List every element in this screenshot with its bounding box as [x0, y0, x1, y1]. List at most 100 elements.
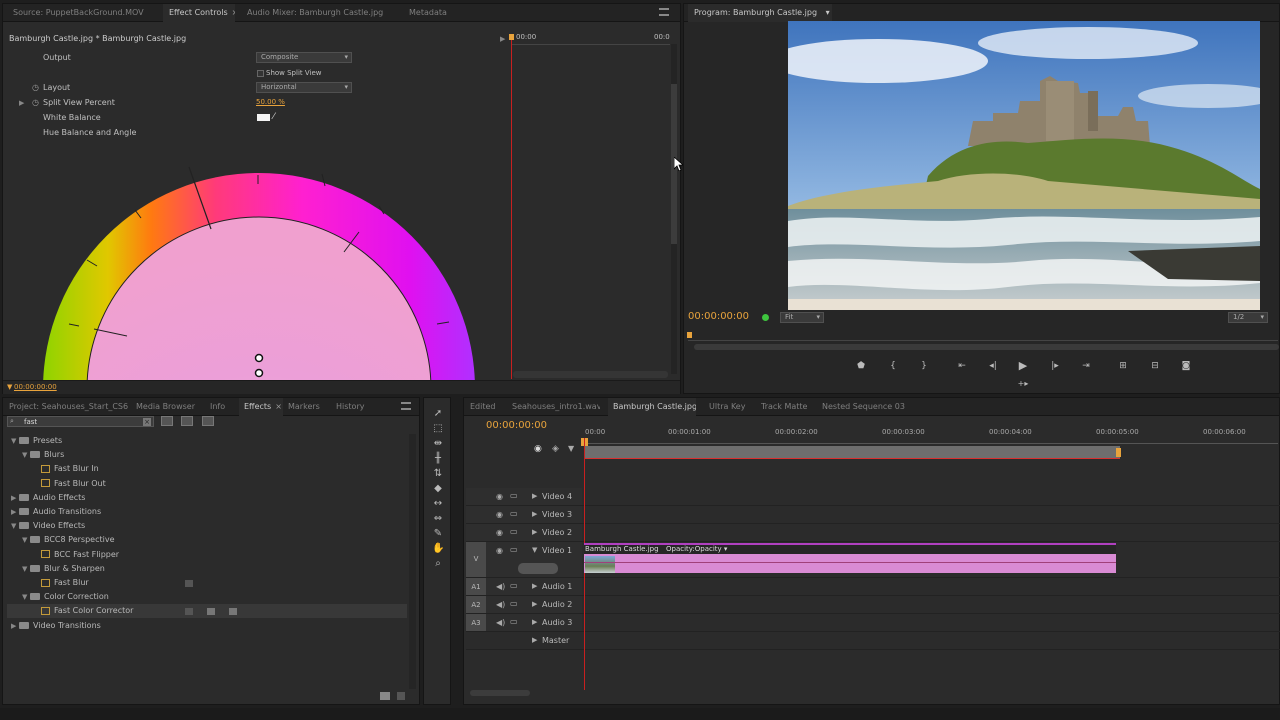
track-target[interactable]	[466, 488, 486, 505]
track-target[interactable]: A1	[466, 578, 486, 595]
chevron-right-icon[interactable]: ▶	[532, 618, 537, 626]
chevron-down-icon[interactable]: ▼	[532, 546, 537, 554]
selection-tool-icon[interactable]: ➚	[432, 408, 444, 420]
program-zoom-bar[interactable]	[694, 344, 1279, 350]
tree-item[interactable]: ▶ Audio Transitions	[7, 505, 407, 519]
chevron-down-icon[interactable]: ▼	[11, 434, 19, 448]
tab-effect-controls[interactable]: Effect Controls ×	[163, 4, 235, 22]
work-area-end-marker[interactable]	[1116, 448, 1121, 457]
ec-timecode-triangle-icon[interactable]: ▼	[7, 383, 12, 391]
ec-timecode[interactable]: 00:00:00:00	[14, 383, 57, 391]
mark-out-button[interactable]: }	[915, 359, 933, 373]
stopwatch-icon[interactable]: ◷	[32, 98, 39, 107]
eye-icon[interactable]: ◉	[496, 492, 503, 501]
program-playhead[interactable]	[687, 332, 692, 338]
tab-history[interactable]: History	[336, 398, 376, 416]
tab-nested-sequence[interactable]: Nested Sequence 03	[822, 398, 906, 416]
ec-horizontal-scrollbar[interactable]	[513, 371, 668, 378]
effects-search-input[interactable]	[7, 416, 154, 427]
pen-tool-icon[interactable]: ✎	[432, 528, 444, 540]
keyframe-controls[interactable]	[518, 563, 558, 574]
play-button[interactable]: ▶	[1014, 359, 1032, 373]
track-lock-icon[interactable]: ▭	[510, 599, 518, 608]
delete-icon[interactable]	[397, 692, 405, 700]
track-target[interactable]: A3	[466, 614, 486, 631]
video-clip[interactable]: Bamburgh Castle.jpg Opacity:Opacity ▾	[584, 543, 1116, 573]
slide-tool-icon[interactable]: ⇔	[432, 513, 444, 525]
tree-item[interactable]: ▼ Blur & Sharpen	[7, 562, 407, 576]
tab-source[interactable]: Source: PuppetBackGround.MOV	[13, 4, 161, 22]
snap-icon[interactable]: ◉	[534, 444, 542, 454]
tree-item[interactable]: ▼ Blurs	[7, 448, 407, 462]
mark-in-button[interactable]: {	[884, 359, 902, 373]
add-marker-button[interactable]: ⬟	[852, 359, 870, 373]
tab-audio-mixer[interactable]: Audio Mixer: Bamburgh Castle.jpg	[247, 4, 397, 22]
track-lock-icon[interactable]: ▭	[510, 617, 518, 626]
tab-edited[interactable]: Edited	[470, 398, 500, 416]
tree-item[interactable]: ▼ BCC8 Perspective	[7, 533, 407, 547]
extract-button[interactable]: ⊟	[1146, 359, 1164, 373]
tree-item[interactable]: BCC Fast Flipper	[7, 548, 407, 562]
marker-icon[interactable]: ▼	[568, 444, 574, 453]
zoom-tool-icon[interactable]: ⌕	[432, 558, 444, 570]
tab-markers[interactable]: Markers	[288, 398, 328, 416]
track-lock-icon[interactable]: ▭	[510, 491, 518, 500]
track-select-tool-icon[interactable]: ⬚	[432, 423, 444, 435]
layout-dropdown[interactable]: Horizontal	[256, 82, 352, 93]
program-time-ruler[interactable]	[688, 333, 1278, 341]
go-to-out-button[interactable]: ⇥	[1077, 359, 1095, 373]
chevron-down-icon[interactable]: ▼	[22, 448, 30, 462]
tree-item[interactable]: ▶ Video Transitions	[7, 619, 407, 633]
tab-track-matte[interactable]: Track Matte	[761, 398, 811, 416]
eye-icon[interactable]: ◉	[496, 510, 503, 519]
chevron-down-icon[interactable]: ▾	[826, 8, 830, 17]
track-lock-icon[interactable]: ▭	[510, 581, 518, 590]
mini-playhead-marker[interactable]	[509, 34, 514, 40]
effects-scrollbar[interactable]	[409, 434, 416, 689]
opacity-rubber-band[interactable]	[584, 562, 1116, 563]
tree-item[interactable]: Fast Blur In	[7, 462, 407, 476]
tab-seahouses-intro[interactable]: Seahouses_intro1.wav	[512, 398, 600, 416]
chevron-right-icon[interactable]: ▶	[532, 510, 537, 518]
work-area-bar[interactable]	[584, 446, 1120, 459]
chevron-right-icon[interactable]: ▶	[532, 492, 537, 500]
mini-playhead[interactable]	[511, 34, 512, 379]
speaker-icon[interactable]: ◀)	[496, 618, 505, 627]
color-wheel[interactable]	[39, 134, 479, 381]
tree-item[interactable]: ▼ Video Effects	[7, 519, 407, 533]
program-video-frame[interactable]	[788, 21, 1260, 310]
export-frame-button[interactable]: ◙	[1177, 359, 1195, 373]
rate-stretch-tool-icon[interactable]: ⇅	[432, 468, 444, 480]
tab-ultra-key[interactable]: Ultra Key	[709, 398, 749, 416]
track-target[interactable]	[466, 506, 486, 523]
eye-icon[interactable]: ◉	[496, 528, 503, 537]
tab-media-browser[interactable]: Media Browser	[136, 398, 200, 416]
speaker-icon[interactable]: ◀)	[496, 600, 505, 609]
track-target[interactable]: A2	[466, 596, 486, 613]
video-track[interactable]: ◉ ▭ ▶ Video 3	[466, 506, 1280, 524]
chevron-right-icon[interactable]: ▶	[11, 491, 19, 505]
expand-triangle-icon[interactable]: ▶	[19, 99, 24, 107]
step-back-button[interactable]: ◂|	[984, 359, 1002, 373]
clear-search-icon[interactable]: ×	[143, 418, 151, 426]
32bit-effects-icon[interactable]	[181, 416, 193, 426]
tree-item[interactable]: ▶ Audio Effects	[7, 491, 407, 505]
chevron-right-icon[interactable]: ▶	[11, 619, 19, 633]
tree-item[interactable]: Fast Blur Out	[7, 477, 407, 491]
tree-item[interactable]: ▼ Presets	[7, 434, 407, 448]
stopwatch-icon[interactable]: ◷	[32, 83, 39, 92]
eyedropper-icon[interactable]: ⁄	[273, 112, 275, 122]
video-track[interactable]: ◉ ▭ ▶ Video 4	[466, 488, 1280, 506]
track-lock-icon[interactable]: ▭	[510, 509, 518, 518]
tab-effects[interactable]: Effects ×	[239, 398, 283, 416]
program-timecode[interactable]: 00:00:00:00	[688, 311, 749, 322]
chevron-right-icon[interactable]: ▶	[532, 582, 537, 590]
tree-item[interactable]: Fast Color Corrector	[7, 604, 407, 619]
timeline-scrollbar[interactable]	[470, 690, 530, 696]
tab-info[interactable]: Info	[210, 398, 236, 416]
add-marker-icon[interactable]: ◈	[552, 444, 559, 454]
tab-program[interactable]: Program: Bamburgh Castle.jpg ▾×	[688, 4, 832, 22]
chevron-right-icon[interactable]: ▶	[532, 600, 537, 608]
chevron-down-icon[interactable]: ▼	[22, 562, 30, 576]
go-to-in-button[interactable]: ⇤	[953, 359, 971, 373]
